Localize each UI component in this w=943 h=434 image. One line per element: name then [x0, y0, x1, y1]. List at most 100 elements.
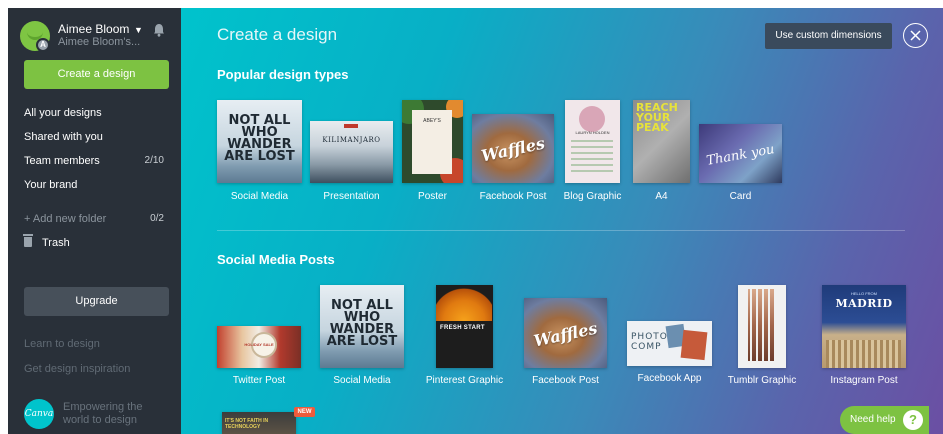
design-type-facebook-post[interactable]: Waffles Facebook Post — [472, 114, 554, 210]
page-title: Create a design — [217, 25, 338, 44]
design-type-label: Tumblr Graphic — [727, 375, 797, 386]
design-type-social-media-2[interactable]: NOT ALL WHO WANDER ARE LOST Social Media — [320, 285, 404, 386]
design-type-label: Social Media — [333, 375, 391, 386]
thumbnail-text: PHOTO COMP — [631, 332, 668, 352]
design-type-tumblr-graphic[interactable]: Tumblr Graphic — [728, 285, 796, 386]
thumbnail: NOT ALL WHO WANDER ARE LOST — [320, 285, 404, 368]
sidebar-item-all-designs[interactable]: All your designs — [8, 101, 181, 125]
thumbnail: KILIMANJARO — [310, 121, 393, 183]
thumbnail: Thank you — [699, 124, 782, 183]
social-section-title: Social Media Posts — [217, 252, 335, 267]
close-button[interactable] — [903, 23, 928, 48]
sidebar-item-brand[interactable]: Your brand — [8, 173, 181, 197]
add-folder-label: + Add new folder — [24, 213, 107, 225]
help-label: Need help — [850, 414, 896, 425]
need-help-button[interactable]: Need help ? — [840, 406, 929, 434]
folders: + Add new folder 0/2 Trash — [8, 207, 181, 255]
bell-icon[interactable] — [153, 23, 165, 37]
design-type-pinterest-graphic[interactable]: FRESH START Pinterest Graphic — [426, 285, 503, 386]
sidebar-item-label: Shared with you — [24, 131, 103, 143]
thumbnail-text: REACH YOUR PEAK — [636, 101, 678, 135]
design-type-presentation[interactable]: KILIMANJARO Presentation — [310, 121, 393, 210]
design-type-facebook-app[interactable]: PHOTO COMP Facebook App — [627, 321, 712, 386]
new-badge: NEW — [294, 407, 315, 417]
design-type-blog-graphic[interactable]: LAURYN HOLDEN Blog Graphic — [564, 100, 621, 210]
design-type-a4[interactable]: REACH YOUR PEAK A4 — [633, 100, 690, 210]
thumbnail-text: Thank you — [705, 142, 776, 169]
design-type-label: Poster — [418, 191, 447, 202]
design-type-poster[interactable]: ABEY'S Poster — [402, 100, 463, 210]
design-type-label: Facebook App — [637, 373, 702, 384]
team-name: Aimee Bloom's... — [58, 36, 141, 48]
canva-logo[interactable]: Canva — [24, 399, 54, 429]
sidebar-nav: All your designs Shared with you Team me… — [8, 101, 181, 197]
design-type-label: Facebook Post — [479, 191, 547, 202]
design-type-label: A4 — [655, 191, 668, 202]
design-type-facebook-post-2[interactable]: Waffles Facebook Post — [524, 298, 607, 386]
thumbnail: FRESH START — [436, 285, 493, 368]
folder-count: 0/2 — [150, 213, 164, 224]
design-type-card[interactable]: Thank you Card — [699, 124, 782, 210]
design-type-label: Social Media — [230, 191, 289, 202]
tagline: Empowering the world to design — [63, 401, 143, 426]
thumbnail: IT'S NOT FAITH IN TECHNOLOGY — [222, 412, 296, 434]
design-type-label: Pinterest Graphic — [425, 375, 504, 386]
learn-to-design-link[interactable]: Learn to design — [24, 338, 100, 350]
question-icon: ? — [903, 410, 923, 430]
team-count: 2/10 — [144, 155, 164, 166]
thumbnail-text: Waffles — [531, 318, 600, 351]
trash-icon — [23, 234, 33, 247]
thumbnail: Waffles — [524, 298, 607, 368]
design-type-label: Presentation — [323, 191, 380, 202]
upgrade-button[interactable]: Upgrade — [24, 287, 169, 316]
sidebar: A Aimee Bloom Aimee Bloom's... ▼ Create … — [8, 8, 181, 434]
close-icon — [910, 30, 921, 41]
sidebar-item-label: Team members — [24, 155, 100, 167]
sidebar-item-label: All your designs — [24, 107, 102, 119]
design-type-label: Card — [729, 191, 752, 202]
thumbnail-text: Waffles — [479, 133, 547, 166]
thumbnail-text: FRESH START — [440, 325, 485, 331]
thumbnail-text: IT'S NOT FAITH IN TECHNOLOGY — [225, 418, 269, 430]
create-design-button[interactable]: Create a design — [24, 60, 169, 89]
add-folder-button[interactable]: + Add new folder 0/2 — [8, 207, 181, 231]
design-type-social-media[interactable]: NOT ALL WHO WANDER ARE LOST Social Media — [217, 100, 302, 210]
account-menu[interactable]: A Aimee Bloom Aimee Bloom's... ▼ — [20, 19, 175, 53]
thumbnail: NOT ALL WHO WANDER ARE LOST — [217, 100, 302, 183]
thumbnail: PHOTO COMP — [627, 321, 712, 366]
thumbnail: LAURYN HOLDEN — [565, 100, 620, 183]
thumbnail-text: NOT ALL WHO WANDER ARE LOST — [326, 297, 398, 349]
avatar-initial: A — [36, 38, 50, 52]
thumbnail-text: MADRID — [835, 297, 893, 310]
design-type-label: Blog Graphic — [563, 191, 622, 202]
design-type-instagram-post[interactable]: HELLO FROM MADRID Instagram Post — [822, 285, 906, 386]
design-type-twitter-post[interactable]: HOLIDAY SALE Twitter Post — [217, 326, 301, 386]
design-type-next-row[interactable]: IT'S NOT FAITH IN TECHNOLOGY — [222, 412, 296, 434]
design-inspiration-link[interactable]: Get design inspiration — [24, 363, 130, 375]
thumbnail-text: HOLIDAY SALE — [244, 342, 274, 347]
sidebar-item-shared[interactable]: Shared with you — [8, 125, 181, 149]
popular-section-title: Popular design types — [217, 67, 349, 82]
thumbnail-text: LAURYN HOLDEN — [575, 130, 610, 135]
thumbnail: Waffles — [472, 114, 554, 183]
design-type-label: Twitter Post — [232, 375, 286, 386]
thumbnail-text: ABEY'S — [423, 118, 441, 124]
thumbnail — [738, 285, 786, 368]
design-type-label: Facebook Post — [532, 375, 599, 386]
sidebar-item-label: Your brand — [24, 179, 78, 191]
thumbnail: HOLIDAY SALE — [217, 326, 301, 368]
sidebar-item-label: Trash — [42, 237, 70, 249]
caret-down-icon[interactable]: ▼ — [134, 25, 143, 35]
section-divider — [217, 230, 905, 231]
design-type-label: Instagram Post — [830, 375, 898, 386]
sidebar-item-trash[interactable]: Trash — [8, 231, 181, 255]
custom-dimensions-button[interactable]: Use custom dimensions — [765, 23, 892, 49]
sidebar-item-team-members[interactable]: Team members 2/10 — [8, 149, 181, 173]
thumbnail: HELLO FROM MADRID — [822, 285, 906, 368]
create-design-panel: Create a design Use custom dimensions Po… — [181, 8, 943, 434]
avatar: A — [20, 21, 50, 52]
thumbnail-text: NOT ALL WHO WANDER ARE LOST — [224, 112, 295, 164]
thumbnail-text: KILIMANJARO — [322, 136, 381, 144]
thumbnail: REACH YOUR PEAK — [633, 100, 690, 183]
thumbnail: ABEY'S — [402, 100, 463, 183]
